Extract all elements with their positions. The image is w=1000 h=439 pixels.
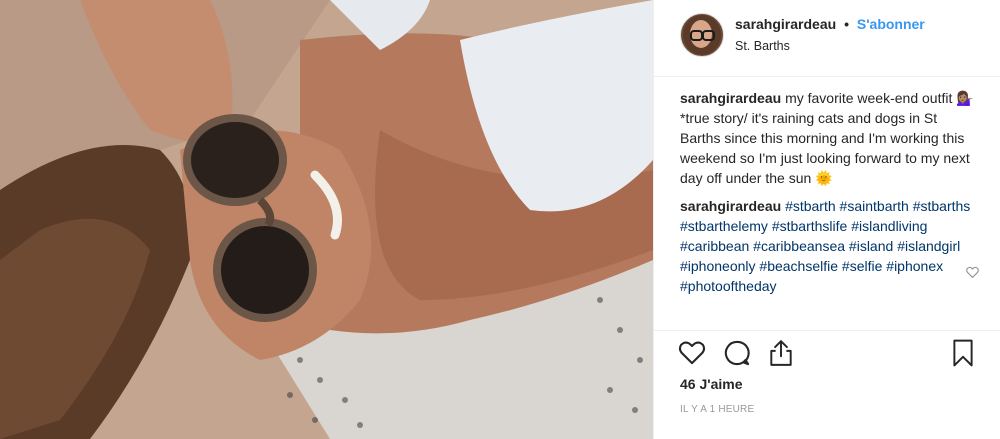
hashtag-link[interactable]: #islandliving [851, 218, 927, 234]
comment-author[interactable]: sarahgirardeau [680, 198, 781, 214]
action-bar [678, 337, 976, 371]
hashtag-link[interactable]: #stbarths [913, 198, 971, 214]
separator-dot: • [844, 16, 849, 32]
divider [654, 330, 1000, 331]
hashtag-link[interactable]: #caribbeansea [753, 238, 845, 254]
follow-button[interactable]: S'abonner [857, 16, 925, 32]
instagram-post: sarahgirardeau • S'abonner St. Barths sa… [0, 0, 1000, 439]
share-icon[interactable] [768, 339, 794, 367]
caption-author[interactable]: sarahgirardeau [680, 90, 781, 106]
hashtag-link[interactable]: #caribbean [680, 238, 749, 254]
hashtag-link[interactable]: #selfie [842, 258, 882, 274]
hashtag-link[interactable]: #photooftheday [680, 278, 777, 294]
small-heart-icon[interactable] [966, 266, 979, 278]
post-sidebar: sarahgirardeau • S'abonner St. Barths sa… [653, 0, 1000, 439]
hashtag-link[interactable]: #saintbarth [840, 198, 909, 214]
hashtag-comment: sarahgirardeau #stbarth #saintbarth #stb… [680, 196, 980, 296]
post-timestamp[interactable]: IL Y A 1 HEURE [680, 404, 754, 415]
comments-section: sarahgirardeau my favorite week-end outf… [680, 88, 980, 328]
beach-selfie-image [0, 0, 653, 439]
hashtag-link[interactable]: #stbarthslife [772, 218, 847, 234]
post-photo[interactable] [0, 0, 653, 439]
heart-icon[interactable] [678, 339, 706, 365]
comment-icon[interactable] [723, 339, 751, 367]
caption: sarahgirardeau my favorite week-end outf… [680, 88, 980, 188]
hashtag-link[interactable]: #islandgirl [897, 238, 960, 254]
hashtag-link[interactable]: #beachselfie [759, 258, 838, 274]
post-header: sarahgirardeau • S'abonner St. Barths [654, 0, 1000, 77]
hashtag-link[interactable]: #iphonex [886, 258, 943, 274]
avatar[interactable] [680, 13, 724, 57]
hashtag-link[interactable]: #stbarth [785, 198, 836, 214]
hashtag-link[interactable]: #iphoneonly [680, 258, 756, 274]
username-link[interactable]: sarahgirardeau [735, 16, 836, 32]
like-count[interactable]: 46 J'aime [680, 376, 743, 392]
bookmark-icon[interactable] [952, 339, 974, 367]
hashtag-link[interactable]: #island [849, 238, 893, 254]
location-link[interactable]: St. Barths [735, 39, 925, 53]
hashtag-link[interactable]: #stbarthelemy [680, 218, 768, 234]
